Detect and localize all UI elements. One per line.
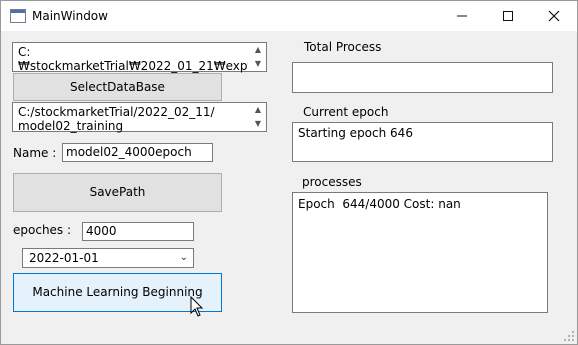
- maximize-icon: [503, 11, 513, 21]
- minimize-button[interactable]: [439, 1, 485, 31]
- current-epoch-display: Starting epoch 646: [292, 122, 553, 162]
- name-input[interactable]: model02_4000epoch: [62, 143, 213, 162]
- current-epoch-label: Current epoch: [303, 105, 389, 119]
- select-database-button[interactable]: SelectDataBase: [13, 73, 222, 101]
- date-combobox[interactable]: 2022-01-01 ⌄: [22, 248, 194, 268]
- name-label: Name :: [13, 146, 57, 160]
- total-process-label: Total Process: [304, 40, 382, 54]
- database-path-text: C: ₩stockmarketTrial₩2022_01_21₩exp₩fi: [18, 45, 248, 73]
- window-title: MainWindow: [32, 9, 108, 23]
- title-bar[interactable]: MainWindow: [1, 1, 577, 31]
- main-window: MainWindow C: ₩stockmarketTrial₩2022_01_…: [0, 0, 578, 345]
- epoches-label: epoches :: [13, 223, 72, 237]
- scroll-down-icon[interactable]: ▼: [252, 59, 264, 69]
- epoches-input[interactable]: 4000: [82, 222, 194, 241]
- date-combobox-value: 2022-01-01: [29, 251, 99, 265]
- processes-label: processes: [302, 175, 362, 189]
- minimize-icon: [457, 15, 467, 17]
- chevron-down-icon[interactable]: ⌄: [180, 249, 188, 267]
- current-epoch-value: Starting epoch 646: [298, 126, 413, 140]
- database-path-textbox[interactable]: C: ₩stockmarketTrial₩2022_01_21₩exp₩fi ▲…: [12, 42, 267, 73]
- processes-display[interactable]: Epoch 644/4000 Cost: nan: [292, 192, 548, 313]
- close-button[interactable]: [531, 1, 577, 31]
- save-path-button[interactable]: SavePath: [13, 173, 222, 212]
- close-icon: [548, 10, 560, 22]
- save-path-text: C:/stockmarketTrial/2022_02_11/ model02_…: [18, 105, 215, 133]
- processes-value: Epoch 644/4000 Cost: nan: [298, 197, 461, 211]
- scroll-up-icon[interactable]: ▲: [252, 45, 264, 55]
- scroll-up-icon[interactable]: ▲: [252, 105, 264, 115]
- total-process-display: [292, 62, 553, 93]
- save-path-scrollbar[interactable]: ▲ ▼: [252, 104, 264, 130]
- scroll-down-icon[interactable]: ▼: [252, 119, 264, 129]
- maximize-button[interactable]: [485, 1, 531, 31]
- mouse-pointer-icon: [190, 296, 204, 317]
- resize-grip-icon[interactable]: [564, 331, 574, 341]
- app-window-icon: [10, 9, 26, 23]
- save-path-textbox[interactable]: C:/stockmarketTrial/2022_02_11/ model02_…: [12, 102, 267, 133]
- database-path-scrollbar[interactable]: ▲ ▼: [252, 44, 264, 70]
